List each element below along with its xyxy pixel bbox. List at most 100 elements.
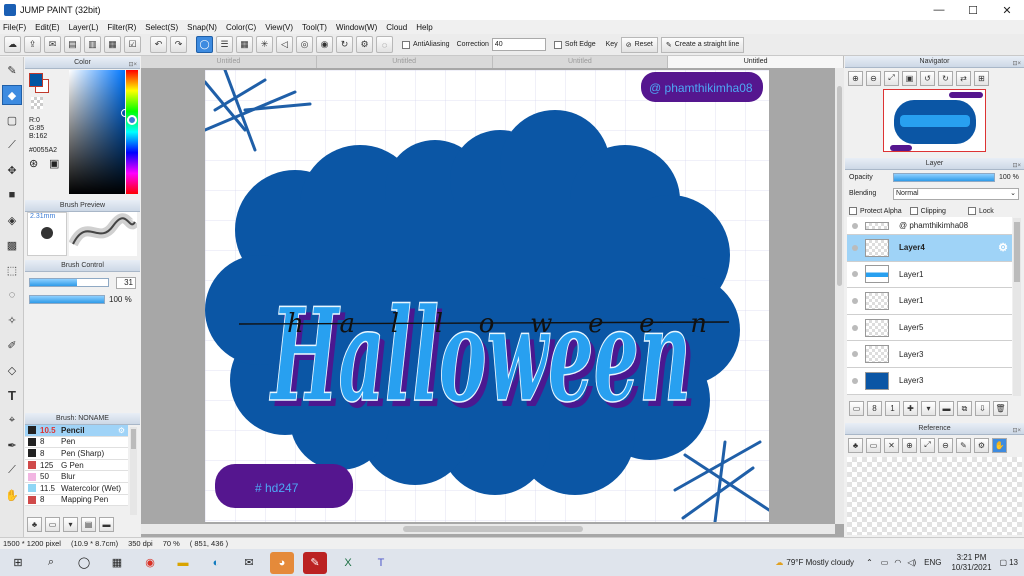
panel-menu-icon[interactable]: ⊡× — [1012, 425, 1021, 437]
wifi-icon[interactable]: ◠ — [894, 558, 901, 567]
menu-select[interactable]: Select(S) — [145, 23, 178, 32]
layout-icon[interactable]: ▦ — [104, 36, 121, 53]
correction-input[interactable]: 40 — [491, 38, 546, 51]
reference-open-icon[interactable]: ▭ — [866, 437, 881, 453]
primary-color-swatch[interactable] — [29, 73, 43, 87]
zoom-in-icon[interactable]: ⊕ — [848, 70, 863, 86]
rotate-right-icon[interactable]: ↻ — [938, 70, 953, 86]
brush-item[interactable]: 50 Blur — [25, 471, 128, 483]
hand-tool-icon[interactable]: ✋ — [2, 485, 22, 505]
canvas-document[interactable]: Halloween Halloween halloween @ phamthik… — [205, 70, 769, 522]
weather-icon[interactable]: ☁ — [775, 558, 783, 567]
menu-layer[interactable]: Layer(L) — [69, 23, 99, 32]
reference-zoom-out-icon[interactable]: ⊖ — [938, 437, 953, 453]
dropper-icon[interactable]: ⟋ — [2, 460, 22, 480]
reference-close-icon[interactable]: ✕ — [884, 437, 899, 453]
layer-list-scrollbar[interactable] — [1013, 218, 1021, 396]
tab-untitled-1[interactable]: Untitled — [141, 56, 317, 68]
zoom-out-icon[interactable]: ⊖ — [866, 70, 881, 86]
reference-canvas[interactable] — [847, 457, 1022, 535]
layer-row[interactable]: Layer1 — [847, 288, 1012, 315]
brush-list-scrollbar[interactable] — [130, 427, 137, 515]
layer-row[interactable]: Layer5 — [847, 314, 1012, 342]
brush-item[interactable]: 10.5 Pencil ⚙ — [25, 425, 128, 437]
delete-layer-icon[interactable]: 🗑 — [993, 401, 1008, 416]
notification-count[interactable]: 13 — [1009, 558, 1018, 567]
layer-row[interactable]: Layer3 — [847, 341, 1012, 368]
network-icon[interactable]: ▭ — [881, 558, 889, 567]
eyedropper-icon[interactable]: ✒ — [2, 435, 22, 455]
reference-settings-icon[interactable]: ⚙ — [974, 437, 989, 453]
brush-item[interactable]: 125 G Pen — [25, 459, 128, 472]
reference-fit-icon[interactable]: ⤢ — [920, 437, 935, 453]
blending-select[interactable]: Normal ⌄ — [893, 188, 1019, 200]
windows-start-icon[interactable]: ⊞ — [6, 552, 30, 574]
fit-icon[interactable]: ⤢ — [884, 70, 899, 86]
select-eraser-icon[interactable]: ◇ — [2, 360, 22, 380]
reference-add-icon[interactable]: ♣ — [848, 437, 863, 453]
layer-folder-icon[interactable]: ▬ — [939, 401, 954, 416]
new-layer-8bit-icon[interactable]: 8 — [867, 401, 882, 416]
saturation-value-field[interactable] — [69, 70, 129, 194]
search-icon[interactable]: ⌕ — [39, 552, 63, 574]
straight-line-button[interactable]: ✎ Create a straight line — [660, 36, 745, 53]
store-icon[interactable]: ▦ — [105, 552, 129, 574]
menu-file[interactable]: File(F) — [3, 23, 26, 32]
fill-tool-icon[interactable]: ◆ — [2, 85, 22, 105]
layer-settings-icon[interactable]: ⚙ — [998, 241, 1008, 254]
edge-icon[interactable]: ◐ — [204, 552, 228, 574]
brush-add-icon[interactable]: ♣ — [27, 517, 42, 532]
panel-menu-icon[interactable]: ⊡× — [1012, 58, 1021, 70]
rotate-left-icon[interactable]: ↺ — [920, 70, 935, 86]
color-picker-icon[interactable]: ⊛ — [29, 157, 38, 170]
visibility-eye-icon[interactable] — [852, 324, 858, 331]
tab-untitled-3[interactable]: Untitled — [493, 56, 669, 68]
menu-cloud[interactable]: Cloud — [386, 23, 407, 32]
menu-help[interactable]: Help — [416, 23, 432, 32]
mail-icon[interactable]: ✉ — [237, 552, 261, 574]
snap-radial-icon[interactable]: ✳ — [256, 36, 273, 53]
snap-concentric-icon[interactable]: ◉ — [316, 36, 333, 53]
merge-layer-icon[interactable]: ⇩ — [975, 401, 990, 416]
brush-folder-icon[interactable]: ▭ — [45, 517, 60, 532]
close-button[interactable]: ✕ — [990, 0, 1024, 20]
snap-vanish-icon[interactable]: ◁ — [276, 36, 293, 53]
cloud-icon[interactable]: ☁ — [4, 36, 21, 53]
gradient-tool-icon[interactable]: ▩ — [2, 235, 22, 255]
layer-row[interactable]: Layer4 ⚙ — [847, 235, 1012, 262]
layer-row[interactable]: Layer3 — [847, 367, 1012, 395]
snap-grid-icon[interactable]: ▦ — [236, 36, 253, 53]
brush-folder2-icon[interactable]: ▬ — [99, 517, 114, 532]
snap-ellipse-icon[interactable]: ⚙ — [356, 36, 373, 53]
task-view-icon[interactable]: ◯ — [72, 552, 96, 574]
snap-off-icon[interactable]: ◯ — [196, 36, 213, 53]
maximize-button[interactable]: ☐ — [956, 0, 990, 20]
visibility-eye-icon[interactable] — [852, 222, 858, 229]
brush-opacity-slider[interactable] — [29, 295, 105, 304]
hue-slider-handle[interactable] — [127, 115, 137, 125]
move-tool-icon[interactable]: ✥ — [2, 160, 22, 180]
brush-item[interactable]: 11.5 Watercolor (Wet) — [25, 482, 128, 495]
flip-icon[interactable]: ⇄ — [956, 70, 971, 86]
brush-tool-icon[interactable]: ✎ — [2, 60, 22, 80]
snap-curve-icon[interactable]: ↻ — [336, 36, 353, 53]
horizontal-scrollbar[interactable] — [141, 524, 835, 534]
layer-opacity-slider[interactable] — [893, 173, 995, 182]
visibility-eye-icon[interactable] — [852, 244, 858, 251]
lock-checkbox[interactable] — [967, 207, 976, 215]
shape-tool-icon[interactable]: ■ — [2, 185, 22, 205]
tab-untitled-4[interactable]: Untitled — [668, 56, 844, 68]
snap-circle-icon[interactable]: ◎ — [296, 36, 313, 53]
hue-slider[interactable] — [126, 70, 138, 194]
visibility-eye-icon[interactable] — [852, 351, 858, 358]
menu-window[interactable]: Window(W) — [336, 23, 377, 32]
messenger-icon[interactable]: ◕ — [270, 551, 294, 574]
menu-color[interactable]: Color(C) — [226, 23, 256, 32]
vertical-scrollbar[interactable] — [835, 68, 844, 524]
lock-view-icon[interactable]: ⊞ — [974, 70, 989, 86]
visibility-eye-icon[interactable] — [852, 271, 858, 278]
weather-text[interactable]: 79°F Mostly cloudy — [786, 558, 854, 567]
reference-zoom-in-icon[interactable]: ⊕ — [902, 437, 917, 453]
duplicate-layer-icon[interactable]: ⧉ — [957, 401, 972, 416]
navigator-preview[interactable] — [883, 89, 986, 152]
